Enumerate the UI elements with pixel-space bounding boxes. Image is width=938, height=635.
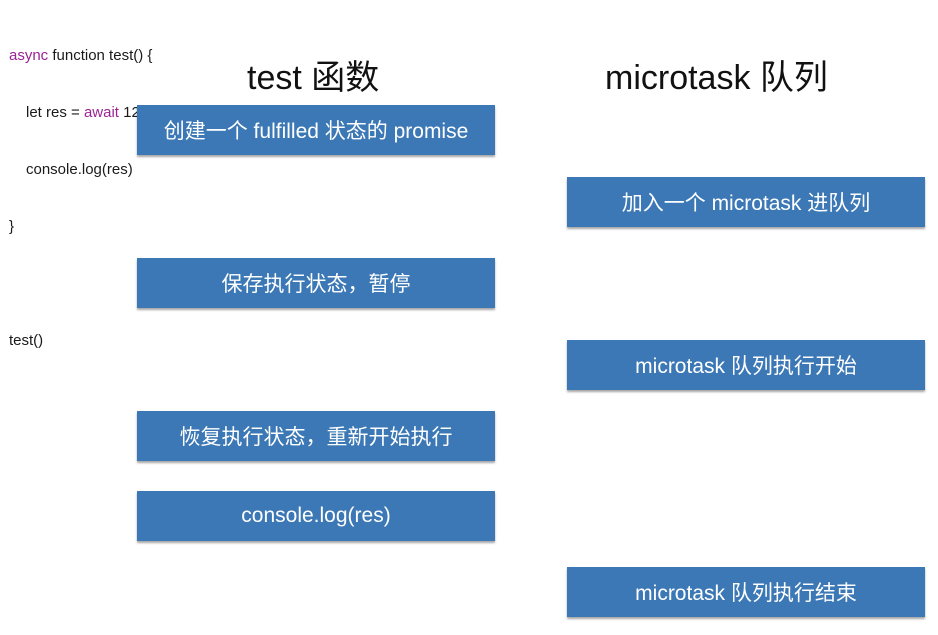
code-line-3: console.log(res) — [26, 161, 133, 178]
code-line-1-rest: function test() { — [48, 47, 153, 64]
code-line-1: async function test() { — [9, 46, 177, 65]
step-microtask-queue-end: microtask 队列执行结束 — [567, 567, 925, 617]
code-line-2-pre: let res = — [26, 104, 84, 121]
diagram-canvas: async function test() { let res = await … — [0, 0, 938, 635]
right-column-title: microtask 队列 — [605, 59, 828, 97]
code-line-4: } — [9, 218, 15, 235]
code-keyword-async: async — [9, 47, 49, 64]
step-resume-execution: 恢复执行状态，重新开始执行 — [137, 411, 495, 461]
step-save-state-pause: 保存执行状态，暂停 — [137, 258, 495, 308]
code-keyword-await: await — [83, 104, 119, 121]
step-create-promise: 创建一个 fulfilled 状态的 promise — [137, 105, 495, 155]
code-snippet: async function test() { let res = await … — [9, 8, 177, 388]
left-column-title: test 函数 — [247, 59, 380, 97]
code-line-5: test() — [9, 332, 44, 349]
step-microtask-queue-start: microtask 队列执行开始 — [567, 340, 925, 390]
step-enqueue-microtask: 加入一个 microtask 进队列 — [567, 177, 925, 227]
step-console-log: console.log(res) — [137, 491, 495, 541]
